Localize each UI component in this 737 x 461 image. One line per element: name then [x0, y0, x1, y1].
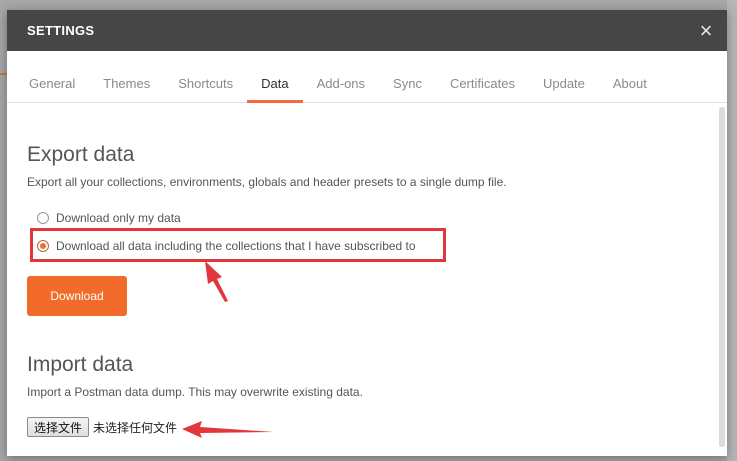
export-description: Export all your collections, environment…	[27, 175, 507, 189]
settings-tabs: General Themes Shortcuts Data Add-ons Sy…	[7, 51, 727, 103]
settings-modal: SETTINGS × General Themes Shortcuts Data…	[7, 10, 727, 456]
modal-title: SETTINGS	[27, 23, 95, 38]
scrollbar-thumb[interactable]	[719, 107, 725, 447]
download-button[interactable]: Download	[27, 276, 127, 316]
modal-header: SETTINGS ×	[7, 10, 727, 51]
radio-button[interactable]	[37, 212, 49, 224]
radio-download-only-mine[interactable]: Download only my data	[37, 211, 181, 225]
tab-about[interactable]: About	[599, 76, 661, 102]
file-status-text: 未选择任何文件	[93, 420, 178, 435]
tab-update[interactable]: Update	[529, 76, 599, 102]
import-description: Import a Postman data dump. This may ove…	[27, 385, 363, 399]
annotation-highlight-box	[30, 228, 446, 262]
tab-shortcuts[interactable]: Shortcuts	[164, 76, 247, 102]
radio-label: Download only my data	[56, 211, 181, 225]
background-edge	[727, 0, 737, 461]
export-section-title: Export data	[27, 143, 135, 166]
tab-themes[interactable]: Themes	[89, 76, 164, 102]
tab-data[interactable]: Data	[247, 76, 304, 103]
tab-certificates[interactable]: Certificates	[436, 76, 529, 102]
file-input: 选择文件 未选择任何文件	[27, 417, 177, 437]
tab-add-ons[interactable]: Add-ons	[303, 76, 379, 102]
import-section-title: Import data	[27, 353, 134, 376]
tab-general[interactable]: General	[15, 76, 89, 102]
choose-file-button[interactable]: 选择文件	[27, 417, 90, 437]
tab-sync[interactable]: Sync	[379, 76, 436, 102]
scrollbar[interactable]	[719, 107, 725, 447]
close-icon[interactable]: ×	[695, 19, 717, 42]
